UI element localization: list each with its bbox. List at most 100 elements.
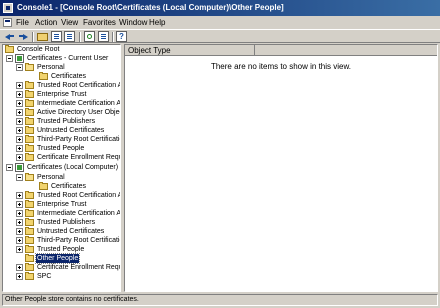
folder-icon <box>39 182 48 190</box>
collapse-icon[interactable] <box>16 64 23 71</box>
folder-icon <box>25 153 34 161</box>
toolbar-separator <box>32 32 34 42</box>
folder-icon <box>25 272 34 280</box>
up-folder-icon[interactable] <box>37 33 48 41</box>
menu-bar: File Action View Favorites Window Help <box>0 16 440 29</box>
tree-label: Trusted People <box>37 145 85 152</box>
back-icon[interactable] <box>4 31 15 42</box>
collapse-icon[interactable] <box>6 55 13 62</box>
properties-icon[interactable] <box>64 31 75 42</box>
tree-label: Certificates <box>51 183 87 190</box>
folder-icon <box>25 209 34 217</box>
refresh-icon[interactable] <box>84 31 95 42</box>
folder-icon <box>25 245 34 253</box>
expand-icon[interactable] <box>16 91 23 98</box>
tree-label: Untrusted Certificates <box>37 127 105 134</box>
menu-window[interactable]: Window <box>119 18 147 27</box>
folder-icon <box>5 45 14 53</box>
expand-icon[interactable] <box>16 273 23 280</box>
expand-icon[interactable] <box>16 237 23 244</box>
folder-icon <box>25 263 34 271</box>
expand-icon[interactable] <box>16 210 23 217</box>
toolbar-separator <box>79 32 81 42</box>
console-menu-icon[interactable] <box>3 18 12 27</box>
folder-icon <box>25 254 34 262</box>
menu-action[interactable]: Action <box>35 18 57 27</box>
folder-icon <box>25 99 34 107</box>
expand-icon[interactable] <box>16 219 23 226</box>
collapse-icon[interactable] <box>6 164 13 171</box>
toolbar <box>0 29 440 43</box>
tree-label: Active Directory User Object <box>37 109 121 116</box>
toolbar-separator <box>112 32 114 42</box>
status-text: Other People store contains no certifica… <box>5 296 139 303</box>
folder-icon <box>25 236 34 244</box>
menu-help[interactable]: Help <box>149 18 165 27</box>
tree-label: Third-Party Root Certification <box>37 237 121 244</box>
tree-label: Certificates (Local Computer) <box>27 164 119 171</box>
expand-icon[interactable] <box>16 192 23 199</box>
menu-view[interactable]: View <box>61 18 78 27</box>
certificates-snapin-icon <box>15 163 24 172</box>
empty-list-message: There are no items to show in this view. <box>210 62 352 71</box>
folder-open-icon <box>25 173 34 181</box>
result-pane[interactable]: Object Type There are no items to show i… <box>124 44 438 292</box>
column-header-label: Object Type <box>128 46 171 55</box>
tree-label: Third-Party Root Certification <box>37 136 121 143</box>
expand-icon[interactable] <box>16 118 23 125</box>
tree-label: Trusted Root Certification Aut <box>37 82 121 89</box>
folder-icon <box>25 126 34 134</box>
expand-icon[interactable] <box>16 127 23 134</box>
menu-favorites[interactable]: Favorites <box>83 18 116 27</box>
expand-icon[interactable] <box>16 82 23 89</box>
tree-label: Console Root <box>17 46 60 53</box>
folder-icon <box>25 191 34 199</box>
tree-label: Enterprise Trust <box>37 91 87 98</box>
tree-label: Certificates <box>51 73 87 80</box>
folder-open-icon <box>25 63 34 71</box>
folder-icon <box>25 227 34 235</box>
tree-label: Personal <box>37 174 65 181</box>
folder-icon <box>25 81 34 89</box>
tree-label: Trusted Root Certification Aut <box>37 192 121 199</box>
expand-icon[interactable] <box>16 109 23 116</box>
expand-icon[interactable] <box>16 264 23 271</box>
tree-label: Untrusted Certificates <box>37 228 105 235</box>
export-list-icon[interactable] <box>98 31 109 42</box>
tree-label-selected: Other People <box>34 253 81 264</box>
tree-label: Certificates - Current User <box>27 55 109 62</box>
forward-icon[interactable] <box>18 31 29 42</box>
expand-icon[interactable] <box>16 228 23 235</box>
title-bar[interactable]: Console1 - [Console Root\Certificates (L… <box>0 0 440 16</box>
tree-label: Certificate Enrollment Reques <box>37 154 121 161</box>
expand-icon[interactable] <box>16 145 23 152</box>
collapse-icon[interactable] <box>16 174 23 181</box>
mmc-app-icon[interactable] <box>3 3 13 13</box>
column-header-object-type[interactable]: Object Type <box>125 45 437 56</box>
tree-label: Certificate Enrollment Reques <box>37 264 121 271</box>
folder-icon <box>25 135 34 143</box>
tree-label: Trusted People <box>37 246 85 253</box>
status-bar: Other People store contains no certifica… <box>2 294 438 306</box>
expand-icon[interactable] <box>16 201 23 208</box>
certificates-snapin-icon <box>15 54 24 63</box>
tree-label: SPC <box>37 273 52 280</box>
tree-label: Intermediate Certification Aut <box>37 100 121 107</box>
expand-icon[interactable] <box>16 100 23 107</box>
window-title: Console1 - [Console Root\Certificates (L… <box>17 3 284 12</box>
folder-icon <box>25 144 34 152</box>
show-hide-tree-icon[interactable] <box>51 31 62 42</box>
menu-file[interactable]: File <box>16 18 29 27</box>
tree-label: Trusted Publishers <box>37 118 96 125</box>
tree-label: Intermediate Certification Aut <box>37 210 121 217</box>
folder-icon <box>25 90 34 98</box>
folder-icon <box>25 117 34 125</box>
console-tree[interactable]: Console Root Certificates - Current User… <box>2 44 121 292</box>
folder-icon <box>25 218 34 226</box>
help-icon[interactable] <box>116 31 127 42</box>
expand-icon[interactable] <box>16 154 23 161</box>
expand-icon[interactable] <box>16 246 23 253</box>
tree-label: Trusted Publishers <box>37 219 96 226</box>
expand-icon[interactable] <box>16 136 23 143</box>
folder-icon <box>39 72 48 80</box>
